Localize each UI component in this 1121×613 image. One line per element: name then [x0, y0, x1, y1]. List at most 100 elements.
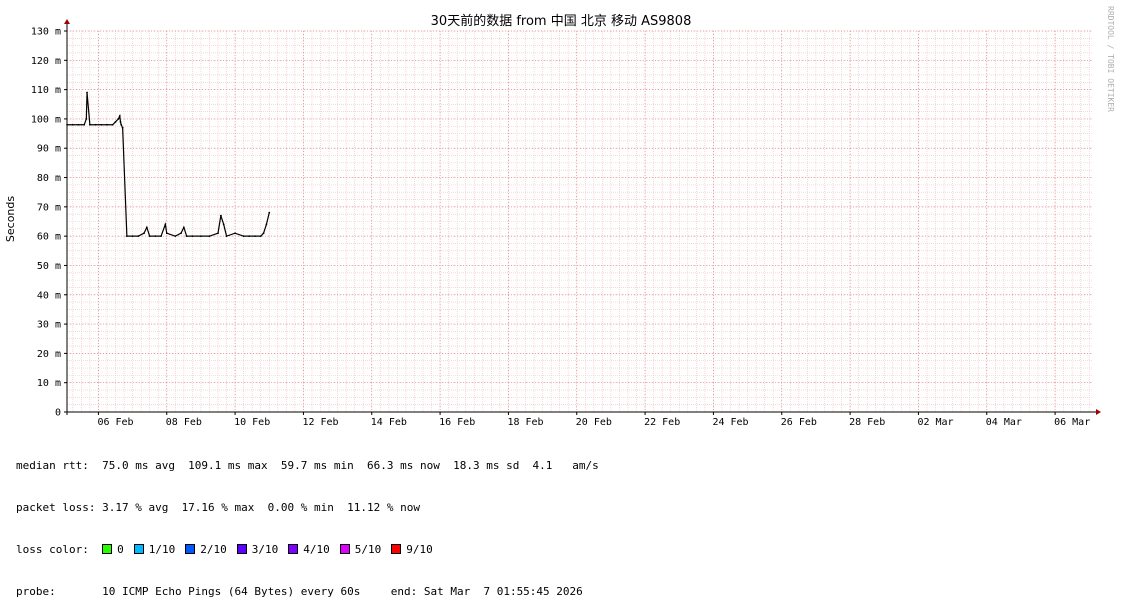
loss-color-label-text: 9/10: [406, 543, 433, 556]
rtt-data-point: [118, 115, 121, 117]
rtt-data-point: [242, 235, 245, 238]
y-axis: 0 10 m 20 m 30 m 40 m 50 m 60 m 70 m 80 m 90 m 100…: [31, 27, 67, 419]
rtt-data-point: [94, 123, 97, 126]
y-tick-label: 40 m: [37, 290, 61, 301]
loss-color-list: 0 1/10 2/10 3/10 4/10 5/10 9/10: [102, 543, 443, 556]
rtt-data-point: [143, 232, 145, 235]
y-tick-label: 0: [55, 408, 61, 419]
loss-color-swatch: [288, 544, 299, 554]
loss-color-label-text: 2/10: [200, 543, 227, 556]
y-tick-label: 90 m: [37, 144, 61, 155]
y-tick-label: 10 m: [37, 378, 61, 389]
y-tick-label: 100 m: [31, 114, 61, 125]
y-tick-label: 70 m: [37, 202, 61, 213]
x-tick-label: 06 Feb: [97, 417, 133, 428]
loss-color-item: 2/10: [185, 543, 227, 556]
y-axis-label: Seconds: [4, 196, 17, 242]
chart-grid: [67, 30, 1092, 413]
rtt-data-point: [165, 232, 168, 235]
loss-color-item: 3/10: [236, 543, 278, 556]
x-tick-label: 24 Feb: [712, 417, 748, 428]
loss-color-label-text: 5/10: [354, 543, 382, 556]
x-tick-label: 14 Feb: [371, 417, 407, 428]
rtt-data-point: [111, 123, 114, 126]
rtt-data-point: [259, 235, 262, 238]
y-axis-arrow: [64, 19, 70, 24]
y-tick-label: 80 m: [37, 173, 61, 184]
rtt-data-point: [77, 123, 80, 126]
y-tick-label: 50 m: [37, 261, 61, 272]
rtt-data-point: [265, 223, 268, 226]
loss-color-item: 1/10: [133, 543, 176, 556]
x-tick-label: 08 Feb: [166, 417, 202, 428]
rrdtool-watermark: RRDTOOL / TOBI OETIKER: [1106, 6, 1115, 112]
rtt-data-point: [200, 235, 202, 238]
rtt-data-point: [148, 235, 151, 238]
chart-title: 30天前的数据 from 中国 北京 移动 AS9808: [431, 13, 692, 29]
chart-legend: median rtt: 75.0 ms avg 109.1 ms max 59.…: [16, 431, 599, 613]
x-tick-label: 20 Feb: [576, 417, 612, 428]
probe-info: probe: 10 ICMP Echo Pings (64 Bytes) eve…: [16, 585, 361, 598]
y-tick-label: 60 m: [37, 232, 61, 243]
x-tick-label: 18 Feb: [507, 417, 543, 428]
rtt-data-point: [137, 235, 140, 238]
x-tick-label: 12 Feb: [302, 417, 338, 428]
rtt-data-point: [219, 214, 222, 217]
rtt-data-point: [106, 123, 108, 126]
loss-color-swatch: [391, 544, 402, 554]
x-axis-arrow: [1096, 409, 1101, 415]
rtt-data-point: [120, 123, 123, 126]
loss-color-swatch: [185, 544, 196, 554]
probe-row: probe: 10 ICMP Echo Pings (64 Bytes) eve…: [16, 585, 599, 599]
rtt-data-point: [208, 235, 211, 238]
loss-color-swatch: [236, 544, 247, 554]
loss-color-item: 4/10: [288, 543, 330, 556]
rtt-data-point: [88, 123, 91, 126]
plot-area: [66, 91, 271, 238]
rtt-data-point: [71, 123, 74, 126]
rtt-data-point: [248, 235, 251, 238]
loss-stats: packet loss: 3.17 % avg 17.16 % max 0.00…: [16, 501, 420, 514]
rtt-data-point: [217, 232, 219, 235]
rtt-data-point: [191, 235, 194, 238]
y-tick-label: 110 m: [31, 85, 61, 96]
rtt-data-point: [85, 118, 88, 120]
rtt-data-point: [268, 211, 271, 214]
rtt-series-line: [67, 92, 270, 237]
rtt-data-point: [154, 235, 157, 238]
rtt-data-point: [174, 235, 177, 238]
x-tick-label: 22 Feb: [644, 417, 680, 428]
rtt-data-point: [86, 91, 88, 94]
rtt-data-point: [185, 235, 188, 238]
y-tick-label: 130 m: [31, 27, 61, 38]
rtt-data-point: [164, 223, 167, 226]
rtt-data-point: [180, 232, 182, 235]
rtt-data-point: [83, 123, 86, 126]
loss-color-label: loss color:: [16, 543, 103, 556]
rtt-data-point: [145, 226, 148, 229]
x-axis: 06 Feb 08 Feb 10 Feb 12 Feb 14 Feb 16 Feb 18 F…: [97, 412, 1090, 428]
loss-color-label-text: 1/10: [148, 543, 176, 556]
rtt-stats: median rtt: 75.0 ms avg 109.1 ms max 59.…: [16, 459, 599, 472]
loss-color-item: 0: [102, 543, 124, 556]
loss-color-legend: loss color: 0 1/10 2/10 3/10 4/10 5/10 9/10: [16, 543, 599, 557]
rtt-data-point: [119, 120, 122, 123]
rtt-data-point: [121, 126, 124, 129]
rtt-data-point: [225, 235, 228, 238]
loss-color-swatch: [133, 544, 144, 554]
loss-color-label-text: 4/10: [303, 543, 330, 556]
rtt-data-point: [114, 120, 117, 123]
y-tick-label: 120 m: [31, 56, 61, 67]
rtt-chart: 30天前的数据 from 中国 北京 移动 AS9808 Seconds RRD…: [4, 6, 1115, 428]
rtt-data-point: [131, 235, 134, 238]
loss-color-swatch: [339, 544, 350, 554]
rtt-data-point: [125, 235, 128, 238]
loss-color-label-text: 0: [117, 543, 124, 556]
y-tick-label: 20 m: [37, 349, 61, 360]
end-time: end: Sat Mar 7 01:55:45 2026: [390, 585, 583, 598]
rtt-data-point: [182, 226, 185, 229]
rtt-data-point: [234, 232, 236, 235]
rtt-data-point: [100, 123, 103, 126]
x-tick-label: 04 Mar: [986, 417, 1022, 428]
rtt-data-point: [222, 223, 225, 226]
